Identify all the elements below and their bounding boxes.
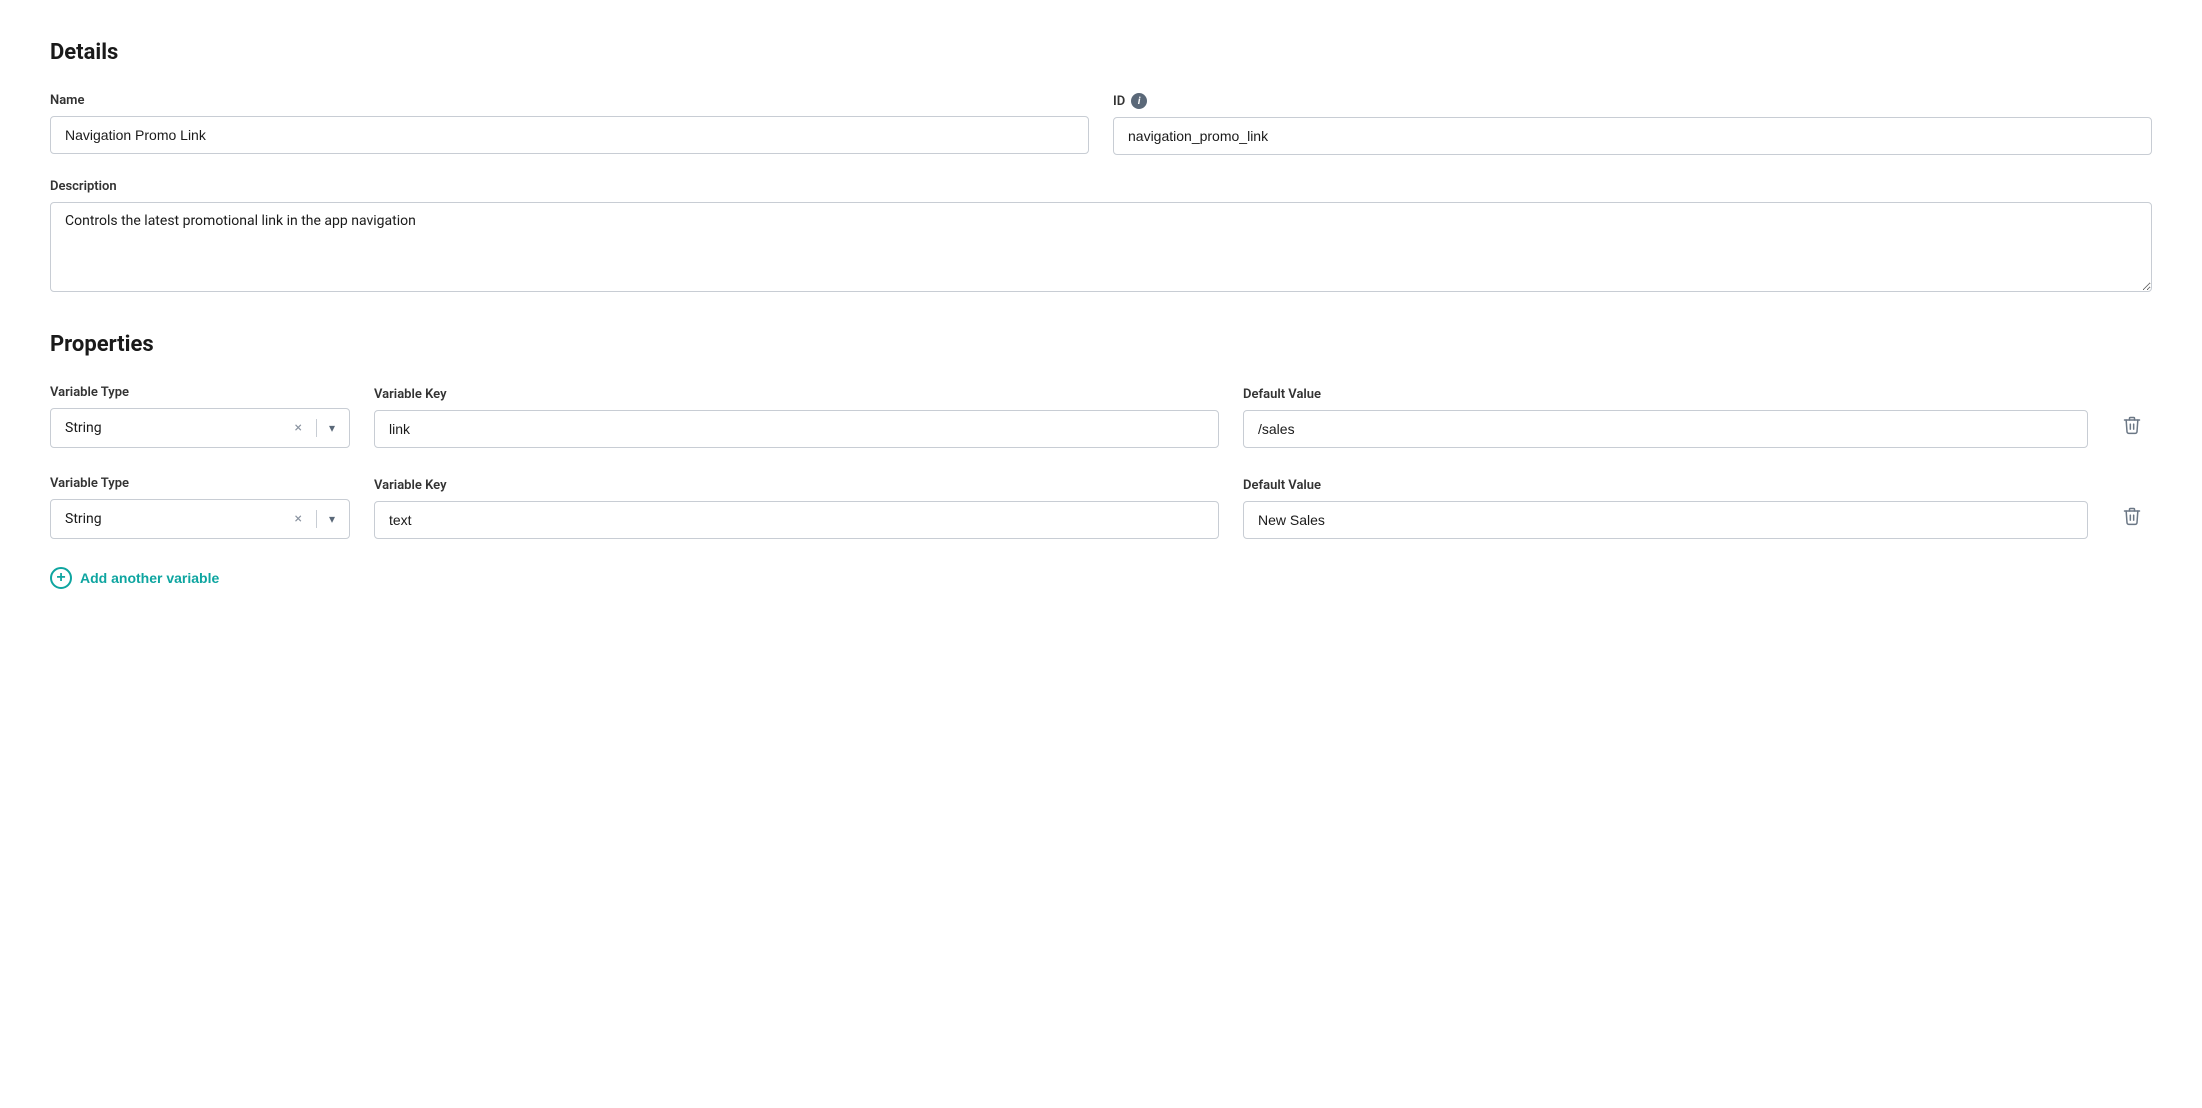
variable-row-1: Variable Type String × ▾ Variable Key De… — [50, 385, 2152, 448]
trash-icon-2 — [2122, 506, 2142, 529]
select-value-1: String — [65, 420, 284, 436]
variable-row-2: Variable Type String × ▾ Variable Key De… — [50, 476, 2152, 539]
id-input[interactable] — [1113, 117, 2152, 155]
details-title: Details — [50, 40, 2152, 65]
variable-default-input-1[interactable] — [1243, 410, 2088, 448]
name-label: Name — [50, 93, 1089, 108]
description-label: Description — [50, 179, 2152, 194]
trash-icon-1 — [2122, 415, 2142, 438]
add-variable-button[interactable]: + Add another variable — [50, 567, 219, 589]
select-clear-2[interactable]: × — [292, 510, 303, 528]
name-group: Name — [50, 93, 1089, 155]
id-info-icon[interactable]: i — [1131, 93, 1147, 109]
variable-key-input-2[interactable] — [374, 501, 1219, 539]
details-section: Details Name ID i Description Controls t… — [50, 40, 2152, 292]
variable-key-input-1[interactable] — [374, 410, 1219, 448]
id-label: ID i — [1113, 93, 2152, 109]
delete-variable-1[interactable] — [2112, 405, 2152, 448]
variable-key-label-2: Variable Key — [374, 478, 1219, 493]
add-icon: + — [50, 567, 72, 589]
name-id-row: Name ID i — [50, 93, 2152, 155]
description-group: Description Controls the latest promotio… — [50, 179, 2152, 292]
variable-default-input-2[interactable] — [1243, 501, 2088, 539]
variable-type-group-2: Variable Type String × ▾ — [50, 476, 350, 539]
select-arrow-1[interactable]: ▾ — [329, 421, 335, 435]
properties-title: Properties — [50, 332, 2152, 357]
select-clear-1[interactable]: × — [292, 419, 303, 437]
select-divider-1 — [316, 419, 317, 437]
delete-variable-2[interactable] — [2112, 496, 2152, 539]
variable-key-group-2: Variable Key — [374, 478, 1219, 539]
variable-default-group-2: Default Value — [1243, 478, 2088, 539]
select-value-2: String — [65, 511, 284, 527]
variable-default-label-2: Default Value — [1243, 478, 2088, 493]
select-arrow-2[interactable]: ▾ — [329, 512, 335, 526]
variable-default-label-1: Default Value — [1243, 387, 2088, 402]
variable-type-group-1: Variable Type String × ▾ — [50, 385, 350, 448]
properties-section: Properties Variable Type String × ▾ Vari… — [50, 332, 2152, 589]
add-variable-label: Add another variable — [80, 570, 219, 586]
description-input[interactable]: Controls the latest promotional link in … — [50, 202, 2152, 292]
name-input[interactable] — [50, 116, 1089, 154]
variable-type-select-2[interactable]: String × ▾ — [50, 499, 350, 539]
variable-type-label-1: Variable Type — [50, 385, 350, 400]
variable-default-group-1: Default Value — [1243, 387, 2088, 448]
variable-type-select-1[interactable]: String × ▾ — [50, 408, 350, 448]
variable-key-group-1: Variable Key — [374, 387, 1219, 448]
variable-key-label-1: Variable Key — [374, 387, 1219, 402]
variable-type-label-2: Variable Type — [50, 476, 350, 491]
id-group: ID i — [1113, 93, 2152, 155]
select-divider-2 — [316, 510, 317, 528]
